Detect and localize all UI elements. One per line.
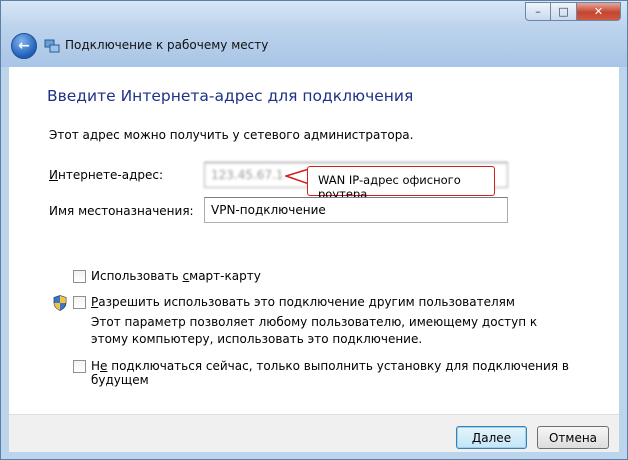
- allow-others-label[interactable]: Разрешить использовать это подключение д…: [91, 295, 515, 309]
- smart-card-label-post: март-карту: [189, 269, 261, 283]
- close-button[interactable]: ✕: [577, 2, 621, 21]
- minimize-button[interactable]: –: [525, 2, 551, 21]
- dont-connect-label-post: подключаться сейчас, только выполнить ус…: [91, 359, 569, 387]
- maximize-button[interactable]: □: [551, 2, 577, 21]
- dont-connect-label[interactable]: Не подключаться сейчас, только выполнить…: [91, 359, 619, 387]
- window-title: Подключение к рабочему месту: [65, 38, 269, 52]
- internet-address-label-accel: И: [49, 168, 58, 182]
- back-button[interactable]: ←: [11, 33, 37, 59]
- allow-others-label-post: азрешить использовать это подключение др…: [98, 295, 515, 309]
- wizard-window: – □ ✕ ← Подключение к рабочему месту Вве…: [0, 0, 628, 460]
- callout-box: WAN IP-адрес офисного роутера: [307, 166, 495, 201]
- allow-others-note: Этот параметр позволяет любому пользоват…: [91, 315, 538, 346]
- allow-others-checkbox[interactable]: [73, 296, 86, 309]
- network-icon: [44, 39, 60, 53]
- smart-card-label-pre: Использовать: [91, 269, 183, 283]
- window-controls: – □ ✕: [525, 2, 621, 21]
- dont-connect-checkbox[interactable]: [73, 360, 86, 373]
- page-heading: Введите Интернета-адрес для подключения: [47, 87, 414, 105]
- page-description: Этот адрес можно получить у сетевого адм…: [49, 128, 414, 142]
- button-bar: Далее Отмена: [9, 414, 619, 452]
- internet-address-label-text: нтернете-адрес:: [57, 168, 164, 182]
- smart-card-label[interactable]: Использовать смарт-карту: [91, 269, 261, 283]
- title-bar: – □ ✕ ← Подключение к рабочему месту: [1, 1, 627, 67]
- wizard-content: Введите Интернета-адрес для подключения …: [9, 67, 619, 414]
- cancel-button[interactable]: Отмена: [537, 426, 609, 449]
- dont-connect-label-pre: Н: [91, 359, 101, 373]
- next-button[interactable]: Далее: [456, 426, 527, 449]
- destination-name-label: Имя местоназначения:: [49, 204, 194, 218]
- destination-name-input[interactable]: VPN-подключение: [204, 197, 508, 223]
- back-arrow-icon: ←: [18, 38, 30, 54]
- uac-shield-icon: [53, 295, 67, 311]
- smart-card-checkbox[interactable]: [73, 270, 86, 283]
- internet-address-label: Интернете-адрес:: [49, 168, 163, 182]
